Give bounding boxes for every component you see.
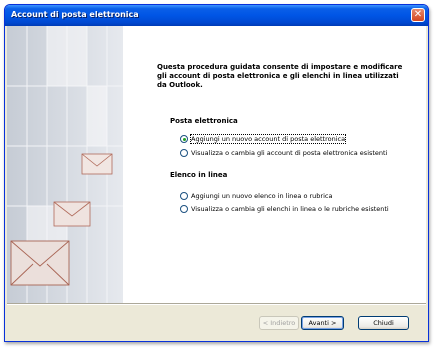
add-directory-option[interactable]: Aggiungi un nuovo elenco in linea o rubr… xyxy=(180,191,332,201)
wizard-content: Questa procedura guidata consente di imp… xyxy=(7,26,426,303)
option-label: Visualizza o cambia gli account di posta… xyxy=(191,149,388,157)
close-button[interactable]: Chiudi xyxy=(358,316,409,330)
envelope-illustration xyxy=(7,26,123,303)
radio-button[interactable] xyxy=(180,205,188,213)
wizard-window: Account di posta elettronica ✕ Questa pr… xyxy=(4,4,429,342)
title-bar[interactable]: Account di posta elettronica ✕ xyxy=(5,5,428,26)
view-directories-option[interactable]: Visualizza o cambia gli elenchi in linea… xyxy=(180,204,389,214)
view-email-accounts-option[interactable]: Visualizza o cambia gli account di posta… xyxy=(180,148,387,158)
small-envelope-icon xyxy=(81,153,113,175)
large-envelope-icon xyxy=(10,240,70,286)
window-title: Account di posta elettronica xyxy=(11,10,139,19)
add-email-account-option[interactable]: Aggiungi un nuovo account di posta elett… xyxy=(180,134,347,144)
back-button[interactable]: < Indietro xyxy=(259,316,299,330)
radio-button[interactable] xyxy=(180,135,188,143)
radio-button[interactable] xyxy=(180,149,188,157)
close-icon[interactable]: ✕ xyxy=(411,8,425,22)
medium-envelope-icon xyxy=(53,201,91,227)
radio-button[interactable] xyxy=(180,192,188,200)
option-label: Aggiungi un nuovo account di posta elett… xyxy=(189,134,347,144)
next-button[interactable]: Avanti > xyxy=(301,316,344,330)
intro-text: Questa procedura guidata consente di imp… xyxy=(157,63,403,89)
email-section-heading: Posta elettronica xyxy=(170,117,238,125)
option-label: Aggiungi un nuovo elenco in linea o rubr… xyxy=(191,192,333,200)
directory-section-heading: Elenco in linea xyxy=(170,171,228,179)
wizard-sidebar-graphic xyxy=(7,26,123,303)
footer-divider xyxy=(7,303,426,305)
option-label: Visualizza o cambia gli elenchi in linea… xyxy=(191,205,389,213)
